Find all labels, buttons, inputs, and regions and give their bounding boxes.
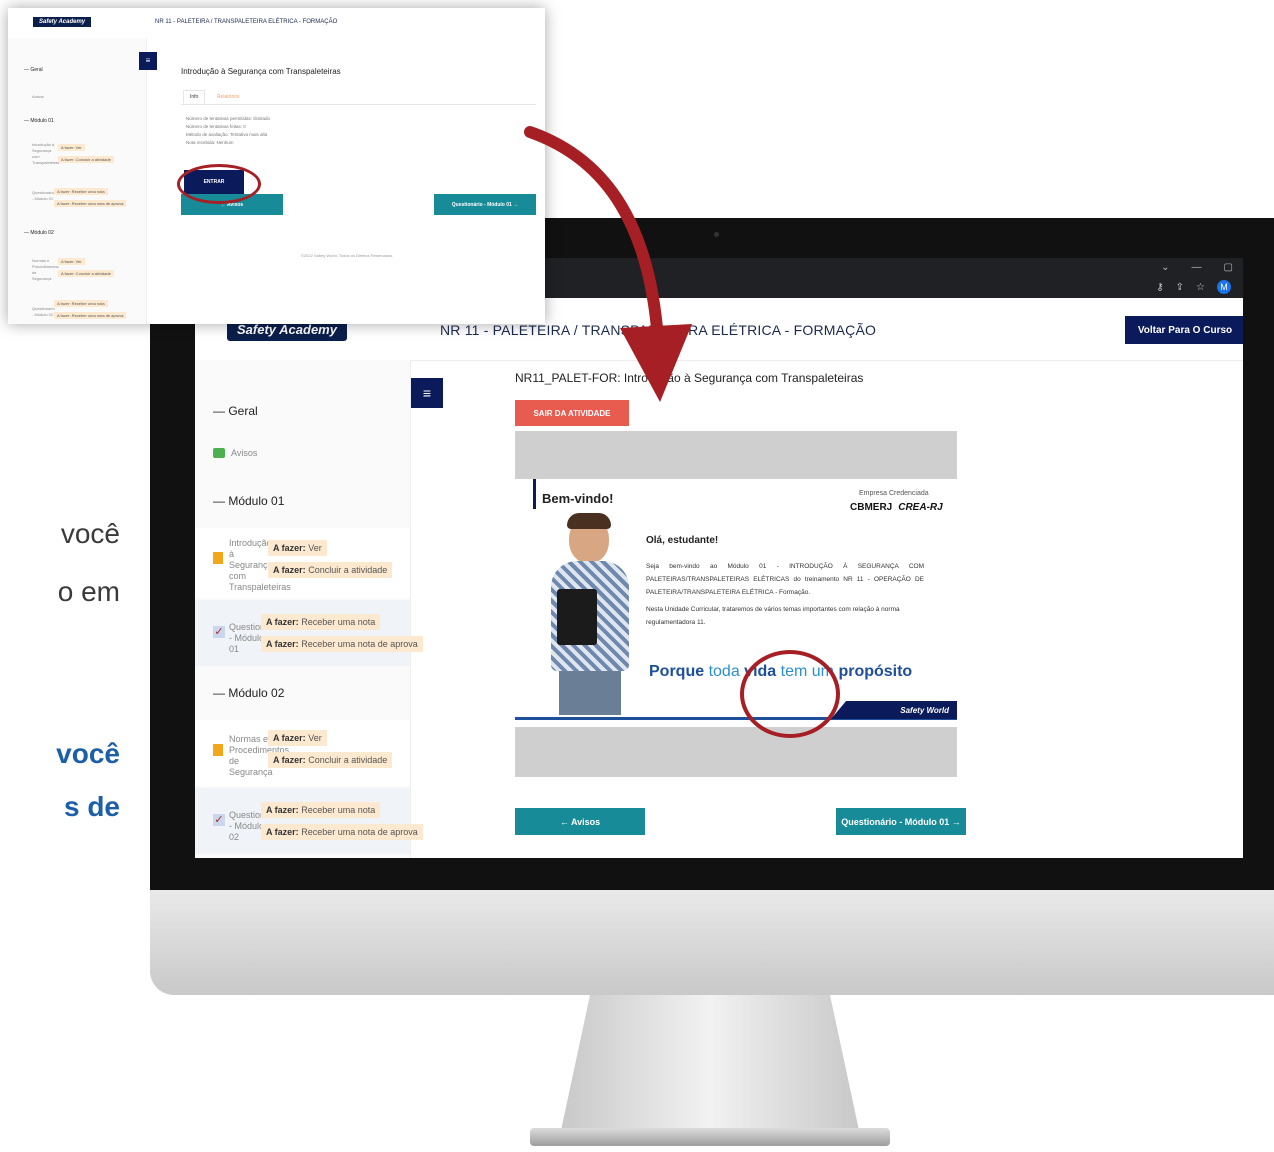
chevron-down-icon[interactable]: ⌄	[1161, 262, 1169, 273]
welcome-heading: Bem-vindo!	[542, 491, 614, 506]
credential-orgs: CBMERJ CREA-RJ	[850, 502, 943, 513]
callout-menu-toggle: ≡	[139, 52, 157, 70]
minimize-icon[interactable]: —	[1192, 262, 1202, 273]
sidebar-section-modulo02[interactable]: — Módulo 02	[213, 686, 284, 700]
callout-sidebar-item2: Questionário - Módulo 01	[32, 190, 55, 201]
callout-todo-tag: A fazer: Ver	[58, 258, 85, 265]
todo-tag: A fazer: Receber uma nota	[261, 614, 381, 630]
callout-tabs: Info Relatórios	[181, 90, 536, 105]
webcam	[714, 232, 719, 237]
welcome-accent	[533, 479, 536, 509]
intro-paragraph: Seja bem-vindo ao Módulo 01 - INTRODUÇÃO…	[646, 563, 924, 596]
sidebar-item-questionario-02[interactable]: ✓ Questionário - Módulo 02 A fazer: Rece…	[195, 788, 423, 854]
sidebar-item-avisos[interactable]: Avisos	[213, 448, 257, 458]
todo-tag: A fazer: Ver	[268, 540, 327, 556]
prev-activity-button[interactable]: ← Avisos	[515, 808, 645, 835]
browser-toolbar-icons: ⚷ ⇪ ☆ M	[1156, 280, 1231, 294]
back-to-course-button[interactable]: Voltar Para O Curso	[1125, 316, 1243, 344]
callout-todo-tag: A fazer: Receber uma nota	[54, 300, 108, 307]
callout-line1: Número de tentativas permitidas: Ilimita…	[186, 116, 271, 121]
callout-sidebar-item4: Questionário - Módulo 02	[32, 306, 55, 317]
callout-sidebar-item3: Normas e Procedimentos de Segurança	[32, 258, 59, 281]
curved-arrow-icon	[524, 126, 692, 402]
sidebar-item-introducao[interactable]: Introdução à Segurança com Transpaleteir…	[195, 528, 410, 598]
page-icon	[213, 552, 223, 564]
quiz-icon: ✓	[213, 814, 225, 826]
page-icon	[213, 744, 223, 756]
menu-toggle-button[interactable]: ≡	[411, 378, 443, 408]
greeting: Olá, estudante!	[646, 535, 719, 546]
welcome-card: Bem-vindo! Empresa Credenciada CBMERJ CR…	[515, 479, 957, 727]
content-banner-top	[515, 431, 957, 479]
callout-footer: ©2022 Safety World. Todos os Direitos Re…	[301, 253, 394, 258]
topics-paragraph: Nesta Unidade Curricular, trataremos de …	[646, 606, 900, 626]
callout-tab-relatorios: Relatórios	[217, 94, 240, 100]
sidebar-item-label: Avisos	[231, 448, 258, 458]
maximize-icon[interactable]: ▢	[1224, 262, 1233, 273]
callout-sidebar-mod1: — Módulo 01	[24, 118, 54, 124]
callout-todo-tag: A fazer: Receber uma nota de aprova	[54, 312, 127, 319]
sidebar-section-modulo01[interactable]: — Módulo 01	[213, 494, 284, 508]
sidebar-section-geral[interactable]: — Geral	[213, 404, 258, 418]
highlight-circle	[740, 650, 840, 738]
callout-course-title: NR 11 - PALETEIRA / TRANSPALETEIRA ELÉTR…	[155, 19, 338, 25]
student-illustration	[523, 513, 641, 715]
callout-sidebar-item1: Introdução à Segurança com Transpaleteir…	[32, 142, 60, 165]
callout-sidebar-geral: — Geral	[24, 67, 43, 73]
quiz-icon: ✓	[213, 626, 225, 638]
callout-sidebar-mod2: — Módulo 02	[24, 230, 54, 236]
todo-tag: A fazer: Ver	[268, 730, 327, 746]
forum-icon	[213, 448, 225, 458]
callout-tab-info: Info	[183, 90, 206, 104]
callout-line2: Número de tentativas feitas: 0	[186, 124, 246, 129]
content-banner-bottom	[515, 727, 957, 777]
star-icon[interactable]: ☆	[1196, 282, 1205, 293]
callout-sidebar-avisos: Avisos	[32, 94, 44, 99]
callout-line4: Nota recebida: Nenhum	[186, 140, 234, 145]
screen: ⌄ — ▢ ⚷ ⇪ ☆ M Safety Academy NR 11 - PAL…	[195, 258, 1243, 858]
callout-sidebar: — Geral Avisos — Módulo 01 Introdução à …	[8, 38, 147, 324]
side-text-line2: o em	[57, 576, 120, 607]
sidebar: — Geral Avisos — Módulo 01 Introdução à …	[195, 360, 423, 858]
monitor-stand	[560, 995, 860, 1135]
window-controls[interactable]: ⌄ — ▢	[1161, 262, 1233, 273]
todo-tag: A fazer: Receber uma nota de aprova	[261, 824, 423, 840]
callout-enter-highlight	[177, 164, 261, 204]
monitor-base	[530, 1128, 890, 1146]
sidebar-item-normas[interactable]: Normas e Procedimentos de Segurança A fa…	[195, 720, 410, 786]
todo-tag: A fazer: Receber uma nota	[261, 802, 381, 818]
callout-todo-tag: A fazer: Ver	[58, 144, 85, 151]
side-text-line3: você	[56, 738, 120, 769]
key-icon[interactable]: ⚷	[1156, 282, 1163, 293]
callout-logo: Safety Academy	[33, 17, 92, 27]
callout-todo-tag: A fazer: Concluir a atividade	[58, 156, 114, 163]
credential-label: Empresa Credenciada	[859, 490, 929, 497]
side-text-line4: s de	[63, 791, 120, 822]
next-activity-button[interactable]: Questionário - Módulo 01 →	[836, 808, 966, 835]
callout-todo-tag: A fazer: Concluir a atividade	[58, 270, 114, 277]
footer-brand: Safety World	[831, 701, 957, 719]
todo-tag: A fazer: Concluir a atividade	[268, 562, 393, 578]
side-text-line1: você	[60, 518, 120, 549]
avatar[interactable]: M	[1217, 280, 1231, 294]
monitor-chin	[150, 890, 1274, 995]
menu-icon: ≡	[422, 385, 432, 401]
callout-line3: Método de avaliação: Tentativa mais alta	[186, 132, 268, 137]
todo-tag: A fazer: Receber uma nota de aprova	[261, 636, 423, 652]
callout-screenshot: Safety Academy NR 11 - PALETEIRA / TRANS…	[8, 8, 545, 324]
callout-todo-tag: A fazer: Receber uma nota de aprova	[54, 200, 127, 207]
callout-activity-title: Introdução à Segurança com Transpaleteir…	[181, 67, 341, 76]
sidebar-item-questionario-01[interactable]: ✓ Questionário - Módulo 01 A fazer: Rece…	[195, 600, 423, 666]
share-icon[interactable]: ⇪	[1176, 282, 1184, 293]
todo-tag: A fazer: Concluir a atividade	[268, 752, 393, 768]
course-title: NR 11 - PALETEIRA / TRANSPALETEIRA ELÉTR…	[440, 322, 877, 338]
callout-todo-tag: A fazer: Receber uma nota	[54, 188, 108, 195]
